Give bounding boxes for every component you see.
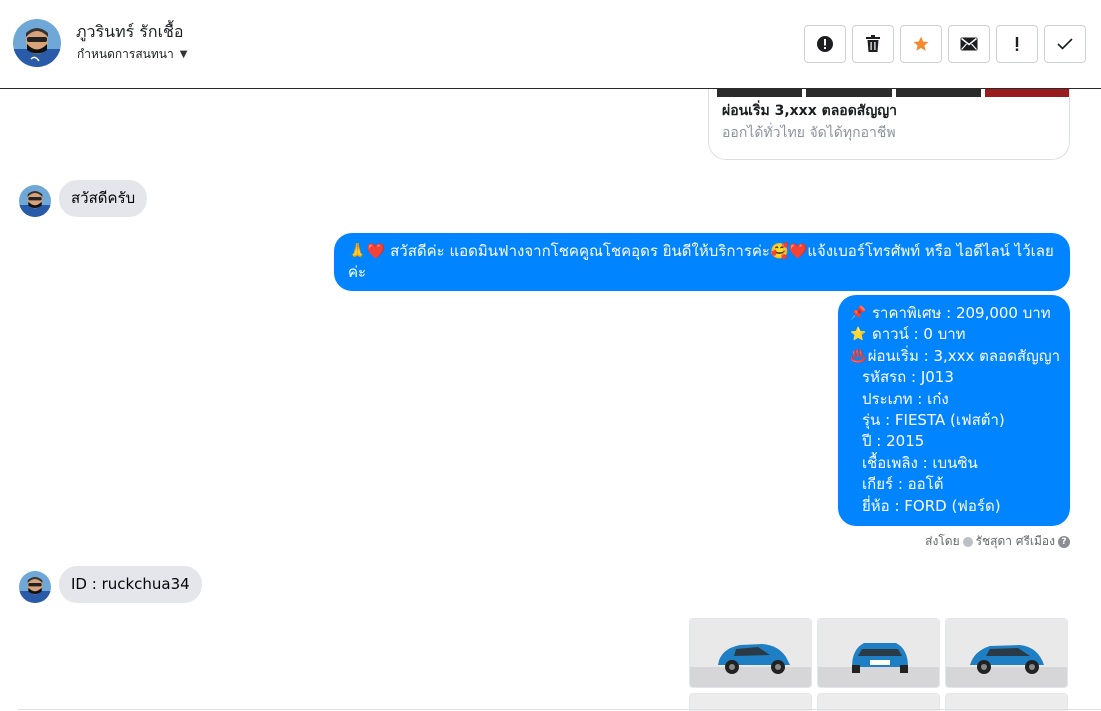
details-line-text: ผ่อนเริ่ม : 3,xxx ตลอดสัญญา <box>867 346 1060 365</box>
contact-name[interactable]: ภูวรินทร์ รักเชื้อ <box>76 20 184 45</box>
follow-up-button[interactable] <box>996 25 1038 63</box>
details-line-text: รุ่น : FIESTA (เฟสต้า) <box>862 410 1005 429</box>
details-line: 📌 ราคาพิเศษ : 209,000 บาท <box>850 303 1060 324</box>
action-toolbar <box>804 25 1086 63</box>
details-line: ♨️ ผ่อนเริ่ม : 3,xxx ตลอดสัญญา <box>850 346 1060 367</box>
envelope-icon <box>960 37 978 51</box>
report-spam-button[interactable] <box>804 25 846 63</box>
incoming-message-bubble[interactable]: ID : ruckchua34 <box>59 566 202 603</box>
help-icon[interactable]: ? <box>1058 535 1070 548</box>
exclamation-icon <box>1015 37 1019 51</box>
photo-grid <box>689 618 1068 688</box>
delete-button[interactable] <box>852 25 894 63</box>
details-line: ⭐ ดาวน์ : 0 บาท <box>850 324 1060 345</box>
mark-unread-button[interactable] <box>948 25 990 63</box>
details-line: ปี : 2015 <box>850 431 1060 452</box>
mark-done-button[interactable] <box>1044 25 1086 63</box>
details-line: รุ่น : FIESTA (เฟสต้า) <box>850 410 1060 431</box>
sent-by-name: รัชสุดา ศรีเมือง <box>975 534 1055 548</box>
composer-divider <box>18 709 1101 710</box>
product-card-thumbnails <box>717 89 1069 97</box>
thumbnail-image <box>806 89 892 97</box>
contact-avatar-small[interactable] <box>19 571 51 603</box>
assign-conversation-label: กำหนดการสนทนา <box>77 47 174 61</box>
sent-by-label: ส่งโดย รัชสุดา ศรีเมือง ? <box>925 532 1070 551</box>
assign-conversation-dropdown[interactable]: กำหนดการสนทนา ▼ <box>77 45 187 64</box>
details-line-text: ปี : 2015 <box>862 432 925 451</box>
details-line-text: ยี่ห้อ : FORD (ฟอร์ด) <box>862 496 1001 515</box>
message-thread[interactable]: ผ่อนเริ่ม 3,xxx ตลอดสัญญา ออกได้ทั่วไทย … <box>0 89 1101 711</box>
outgoing-message-bubble[interactable]: 🙏❤️ สวัสดีค่ะ แอดมินฟางจากโชคคูณโชคอุดร … <box>334 233 1070 291</box>
star-button[interactable] <box>900 25 942 63</box>
thumbnail-image <box>984 89 1069 97</box>
emoji-icon: 📌 <box>850 306 867 321</box>
sent-by-prefix: ส่งโดย <box>925 534 960 548</box>
details-line: เชื้อเพลิง : เบนซิน <box>850 453 1060 474</box>
outgoing-details-bubble[interactable]: 📌 ราคาพิเศษ : 209,000 บาท ⭐ ดาวน์ : 0 บาท ♨️… <box>838 295 1070 526</box>
emoji-icon: ♨️ <box>850 348 867 364</box>
star-icon <box>913 36 929 51</box>
details-line-text: ดาวน์ : 0 บาท <box>872 325 966 344</box>
thumbnail-image <box>895 89 981 97</box>
details-line: รหัสรถ : J013 <box>850 367 1060 388</box>
contact-avatar[interactable] <box>13 19 61 67</box>
incoming-message-bubble[interactable]: สวัสดีครับ <box>59 180 148 217</box>
details-line-text: ประเภท : เก๋ง <box>862 389 949 408</box>
car-photo[interactable] <box>817 618 940 688</box>
conversation-header: ภูวรินทร์ รักเชื้อ กำหนดการสนทนา ▼ <box>0 0 1101 89</box>
emoji-icon: ⭐ <box>850 327 867 343</box>
alert-circle-icon <box>817 36 833 52</box>
product-card-subtitle: ออกได้ทั่วไทย จัดได้ทุกอาชีพ <box>722 125 896 141</box>
details-line-text: เกียร์ : ออโต้ <box>862 475 944 494</box>
trash-icon <box>866 35 880 52</box>
details-line-text: ราคาพิเศษ : 209,000 บาท <box>872 304 1051 322</box>
details-line: เกียร์ : ออโต้ <box>850 474 1060 495</box>
product-card[interactable]: ผ่อนเริ่ม 3,xxx ตลอดสัญญา ออกได้ทั่วไทย … <box>708 89 1070 160</box>
car-photo[interactable] <box>689 618 812 688</box>
caret-down-icon: ▼ <box>179 49 188 60</box>
verified-icon <box>962 536 973 547</box>
details-line: ประเภท : เก๋ง <box>850 389 1060 410</box>
details-line-text: เชื้อเพลิง : เบนซิน <box>862 453 978 472</box>
car-photo[interactable] <box>945 618 1068 688</box>
product-card-title: ผ่อนเริ่ม 3,xxx ตลอดสัญญา <box>722 103 898 119</box>
thumbnail-image <box>717 89 803 97</box>
details-line-text: รหัสรถ : J013 <box>862 368 954 387</box>
checkmark-icon <box>1057 38 1073 50</box>
details-line: ยี่ห้อ : FORD (ฟอร์ด) <box>850 496 1060 517</box>
contact-avatar-small[interactable] <box>19 185 51 217</box>
